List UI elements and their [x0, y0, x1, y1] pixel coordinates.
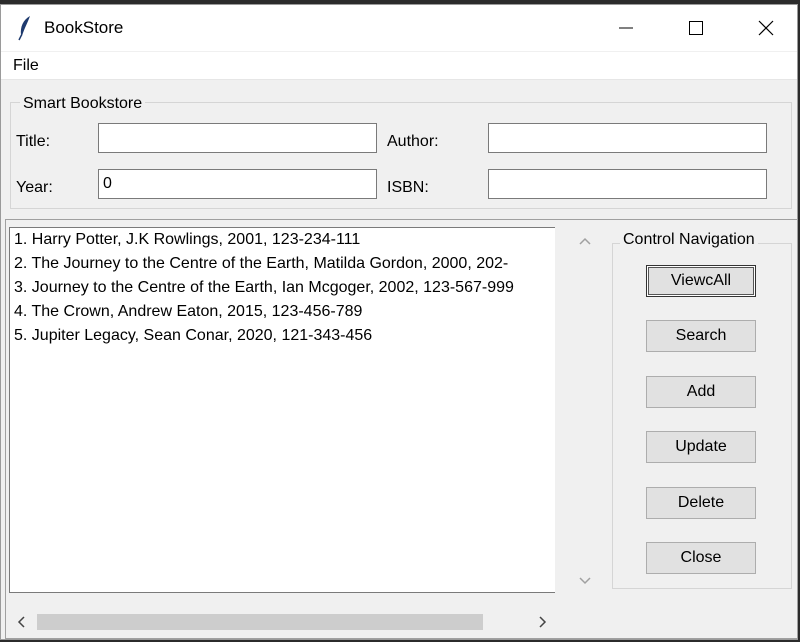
- add-button[interactable]: Add: [646, 376, 756, 408]
- author-input[interactable]: [488, 123, 767, 153]
- control-navigation-label: Control Navigation: [620, 231, 758, 249]
- minimize-icon: [619, 27, 633, 29]
- list-item[interactable]: 3. Journey to the Centre of the Earth, I…: [10, 276, 555, 300]
- maximize-button[interactable]: [661, 5, 731, 51]
- list-item[interactable]: 1. Harry Potter, J.K Rowlings, 2001, 123…: [10, 228, 555, 252]
- list-item[interactable]: 4. The Crown, Andrew Eaton, 2015, 123-45…: [10, 300, 555, 324]
- year-input[interactable]: [98, 169, 377, 199]
- smart-bookstore-group-label: Smart Bookstore: [20, 95, 146, 113]
- view-all-button[interactable]: ViewcAll: [646, 265, 756, 297]
- menu-file[interactable]: File: [13, 57, 39, 75]
- search-button[interactable]: Search: [646, 320, 756, 352]
- scroll-down-button[interactable]: [573, 571, 597, 591]
- scroll-up-button[interactable]: [573, 231, 597, 251]
- list-item[interactable]: 2. The Journey to the Centre of the Eart…: [10, 252, 555, 276]
- chevron-down-icon: [579, 577, 591, 585]
- update-button[interactable]: Update: [646, 431, 756, 463]
- close-button[interactable]: Close: [646, 542, 756, 574]
- delete-button[interactable]: Delete: [646, 487, 756, 519]
- maximize-icon: [689, 21, 703, 35]
- author-label: Author:: [387, 133, 439, 150]
- results-listbox[interactable]: 1. Harry Potter, J.K Rowlings, 2001, 123…: [9, 227, 555, 593]
- isbn-label: ISBN:: [387, 179, 429, 196]
- feather-icon: [18, 16, 30, 41]
- title-bar[interactable]: BookStore: [1, 5, 797, 51]
- scroll-right-button[interactable]: [531, 609, 555, 635]
- window-title: BookStore: [44, 18, 124, 37]
- minimize-button[interactable]: [591, 5, 661, 51]
- close-icon: [758, 20, 774, 36]
- chevron-up-icon: [579, 237, 591, 245]
- chevron-right-icon: [539, 616, 547, 628]
- horizontal-scrollbar[interactable]: [9, 609, 555, 635]
- isbn-input[interactable]: [488, 169, 767, 199]
- close-window-button[interactable]: [731, 5, 800, 51]
- list-item[interactable]: 5. Jupiter Legacy, Sean Conar, 2020, 121…: [10, 324, 555, 348]
- scroll-thumb[interactable]: [37, 614, 483, 630]
- scroll-left-button[interactable]: [9, 609, 33, 635]
- vertical-scrollbar[interactable]: [573, 231, 597, 591]
- year-label: Year:: [16, 179, 53, 196]
- menu-bar: File: [1, 52, 797, 80]
- title-label: Title:: [16, 133, 51, 150]
- app-window: BookStore File Smart Bookstore Title: Au…: [0, 4, 798, 640]
- title-input[interactable]: [98, 123, 377, 153]
- chevron-left-icon: [17, 616, 25, 628]
